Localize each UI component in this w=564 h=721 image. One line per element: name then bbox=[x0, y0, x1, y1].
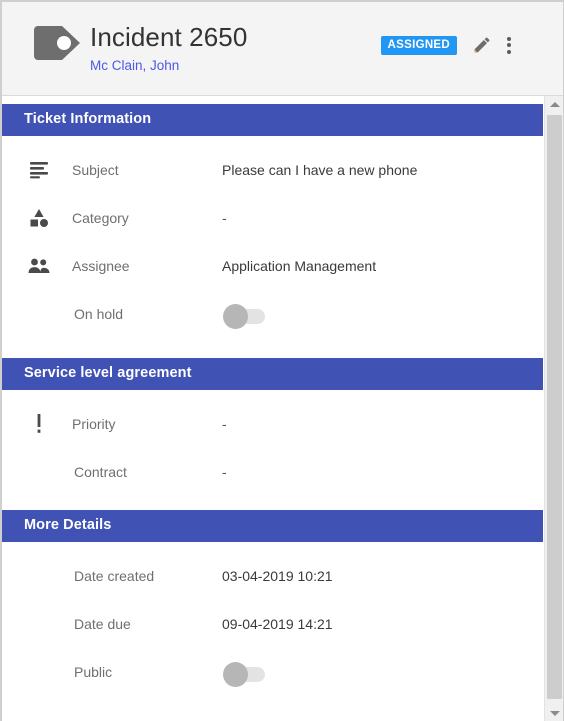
field-row: Contract - bbox=[2, 448, 543, 496]
section-body: Priority - Contract - bbox=[2, 400, 543, 510]
field-row: Subject Please can I have a new phone bbox=[2, 146, 543, 194]
section-header: Service level agreement bbox=[2, 358, 543, 390]
field-row: On hold bbox=[2, 290, 543, 338]
field-label: Subject bbox=[72, 162, 119, 178]
requester-link[interactable]: Mc Clain, John bbox=[90, 57, 247, 75]
pencil-icon[interactable] bbox=[471, 33, 493, 57]
section-body: Subject Please can I have a new phone Cate… bbox=[2, 146, 543, 358]
field-value: - bbox=[222, 416, 227, 432]
page-header: Incident 2650 Mc Clain, John ASSIGNED bbox=[2, 2, 563, 96]
field-label: Contract bbox=[74, 464, 127, 480]
toggle-switch[interactable] bbox=[223, 304, 265, 329]
field-label: Date due bbox=[74, 616, 131, 632]
section-body: Date created 03-04-2019 10:21 Date due 09-0… bbox=[2, 552, 543, 710]
dot bbox=[507, 43, 511, 47]
field-label: Priority bbox=[72, 416, 116, 432]
header-actions: ASSIGNED bbox=[380, 33, 511, 57]
field-value: Please can I have a new phone bbox=[222, 162, 418, 178]
scrollable-content: Ticket Information Subject Please can I ha… bbox=[2, 96, 543, 721]
toggle-switch[interactable] bbox=[223, 662, 265, 687]
title-block: Incident 2650 Mc Clain, John bbox=[90, 20, 247, 75]
ticket-detail-panel: Incident 2650 Mc Clain, John ASSIGNED Ti… bbox=[0, 0, 564, 721]
field-row: Date created 03-04-2019 10:21 bbox=[2, 552, 543, 600]
field-value: Application Management bbox=[222, 258, 377, 274]
field-value: - bbox=[222, 464, 227, 480]
dot bbox=[507, 36, 511, 41]
body-area: Ticket Information Subject Please can I ha… bbox=[2, 96, 563, 721]
exclamation-icon bbox=[28, 413, 50, 435]
people-icon bbox=[28, 255, 50, 277]
toggle-knob bbox=[223, 304, 248, 329]
field-row: Category - bbox=[2, 194, 543, 242]
chevron-down-icon bbox=[549, 711, 560, 716]
field-label: On hold bbox=[74, 306, 124, 322]
chevron-up-icon bbox=[549, 102, 560, 107]
vertical-scrollbar[interactable] bbox=[544, 96, 563, 721]
category-shapes-icon bbox=[28, 207, 50, 229]
scroll-down-arrow[interactable] bbox=[545, 705, 563, 721]
field-label: Category bbox=[72, 210, 129, 226]
tag-icon bbox=[32, 25, 82, 61]
page-title: Incident 2650 bbox=[90, 22, 248, 52]
field-row: Public bbox=[2, 648, 543, 696]
section-header: Ticket Information bbox=[2, 104, 543, 136]
more-vertical-icon[interactable] bbox=[507, 36, 511, 54]
field-row: Assignee Application Management bbox=[2, 242, 543, 290]
field-value: 03-04-2019 10:21 bbox=[222, 568, 333, 584]
field-row: Priority - bbox=[2, 400, 543, 448]
dot bbox=[507, 49, 511, 54]
scrollbar-thumb[interactable] bbox=[547, 115, 562, 699]
status-badge: ASSIGNED bbox=[380, 35, 457, 55]
field-value: 09-04-2019 14:21 bbox=[222, 616, 333, 632]
subject-lines-icon bbox=[28, 159, 50, 181]
field-value: - bbox=[222, 210, 227, 226]
section-header: More Details bbox=[2, 510, 543, 542]
field-row: Date due 09-04-2019 14:21 bbox=[2, 600, 543, 648]
field-label: Assignee bbox=[72, 258, 130, 274]
scroll-up-arrow[interactable] bbox=[545, 96, 563, 113]
field-label: Date created bbox=[74, 568, 155, 584]
field-label: Public bbox=[74, 664, 113, 680]
toggle-knob bbox=[223, 662, 248, 687]
